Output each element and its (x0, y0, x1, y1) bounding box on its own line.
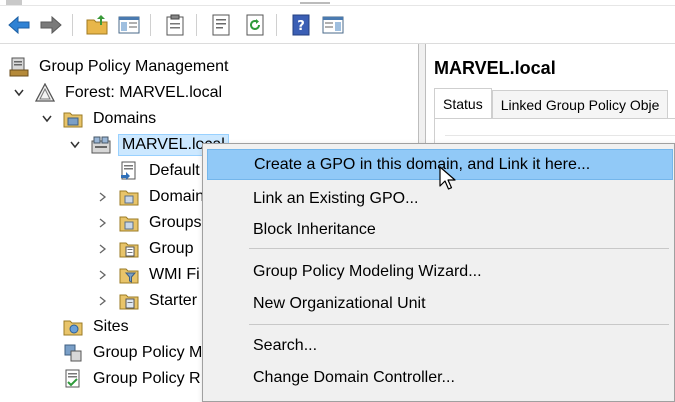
chevron-right-icon[interactable] (96, 190, 110, 204)
chevron-right-icon[interactable] (96, 294, 110, 308)
domains-folder-icon (62, 108, 84, 130)
folder-up-icon[interactable] (84, 13, 110, 37)
tree-label: Group Policy R (93, 370, 201, 387)
tree-label: Default (149, 162, 200, 179)
properties-icon[interactable] (208, 13, 234, 37)
tab-status[interactable]: Status (434, 88, 492, 118)
clipboard-icon[interactable] (162, 13, 188, 37)
tree-label: Domain (149, 188, 205, 205)
toolbar-separator (196, 14, 197, 36)
gpo-folder-icon (118, 238, 140, 260)
ou-folder-icon (118, 212, 140, 234)
menu-item-change-domain-controller[interactable]: Change Domain Controller... (207, 362, 673, 393)
tab-linked-group-policy-objects[interactable]: Linked Group Policy Obje (491, 90, 669, 118)
tree-label: Starter (149, 292, 198, 309)
refresh-icon[interactable] (242, 13, 268, 37)
toolbar: ? (0, 6, 675, 44)
menu-separator (249, 248, 669, 249)
tree-label: Domains (93, 110, 157, 127)
tree-label: Group Policy M (93, 344, 203, 361)
app-icon (6, 0, 22, 5)
chevron-right-icon[interactable] (96, 268, 110, 282)
tree-item-group-policy-objects[interactable]: Group (96, 237, 196, 261)
toolbar-separator (150, 14, 151, 36)
page-title: MARVEL.local (434, 58, 556, 78)
toolbar-separator (276, 14, 277, 36)
menu-item-search[interactable]: Search... (207, 330, 673, 361)
starter-gpo-folder-icon (118, 290, 140, 312)
modeling-icon (62, 342, 84, 364)
forward-arrow-icon[interactable] (38, 13, 64, 37)
tree-label: Group Policy Management (39, 58, 229, 75)
sites-icon (62, 316, 84, 338)
tree-label: Groups (149, 214, 202, 231)
chevron-right-icon[interactable] (96, 216, 110, 230)
svg-text:?: ? (297, 19, 305, 34)
chevron-right-icon[interactable] (96, 242, 110, 256)
tree-item-sites[interactable]: Sites (62, 315, 132, 339)
tree-label: Sites (93, 318, 129, 335)
chevron-down-icon[interactable] (12, 86, 26, 100)
tree-item-forest[interactable]: Forest: MARVEL.local (12, 81, 225, 105)
toolbar-separator (72, 14, 73, 36)
tab-strip: Status Linked Group Policy Obje (434, 88, 669, 118)
gpo-link-icon (118, 160, 140, 182)
gpm-console-icon (8, 56, 30, 78)
domain-icon (90, 134, 112, 156)
title-fragment (300, 2, 330, 4)
tree-item-default-domain-policy[interactable]: Default (118, 159, 203, 183)
menu-item-modeling-wizard[interactable]: Group Policy Modeling Wizard... (207, 256, 673, 287)
help-icon[interactable]: ? (288, 13, 314, 37)
ou-folder-icon (118, 186, 140, 208)
mouse-cursor-icon (439, 166, 456, 190)
tree-label: WMI Fi (149, 266, 200, 283)
tree-item-domains[interactable]: Domains (40, 107, 159, 131)
chevron-down-icon[interactable] (40, 112, 54, 126)
tree-item-group-policy-results[interactable]: Group Policy R (62, 367, 204, 391)
tree-item-group-policy-management[interactable]: Group Policy Management (8, 55, 231, 79)
menu-item-new-ou[interactable]: New Organizational Unit (207, 288, 673, 319)
back-arrow-icon[interactable] (6, 13, 32, 37)
action-pane-icon[interactable] (320, 13, 346, 37)
show-hide-tree-icon[interactable] (116, 13, 142, 37)
menu-separator (249, 324, 669, 325)
tree-item-groups[interactable]: Groups (96, 211, 204, 235)
tree-item-domain-controllers[interactable]: Domain (96, 185, 207, 209)
forest-icon (34, 82, 56, 104)
tree-item-starter-gpos[interactable]: Starter (96, 289, 200, 313)
tree-label: Forest: MARVEL.local (65, 84, 223, 101)
results-icon (62, 368, 84, 390)
chevron-down-icon[interactable] (68, 138, 82, 152)
tree-label: Group (149, 240, 194, 257)
tree-item-wmi-filters[interactable]: WMI Fi (96, 263, 203, 287)
menu-item-block-inheritance[interactable]: Block Inheritance (207, 214, 673, 245)
wmi-filter-folder-icon (118, 264, 140, 286)
tree-item-group-policy-modeling[interactable]: Group Policy M (62, 341, 205, 365)
content-divider (445, 135, 675, 136)
